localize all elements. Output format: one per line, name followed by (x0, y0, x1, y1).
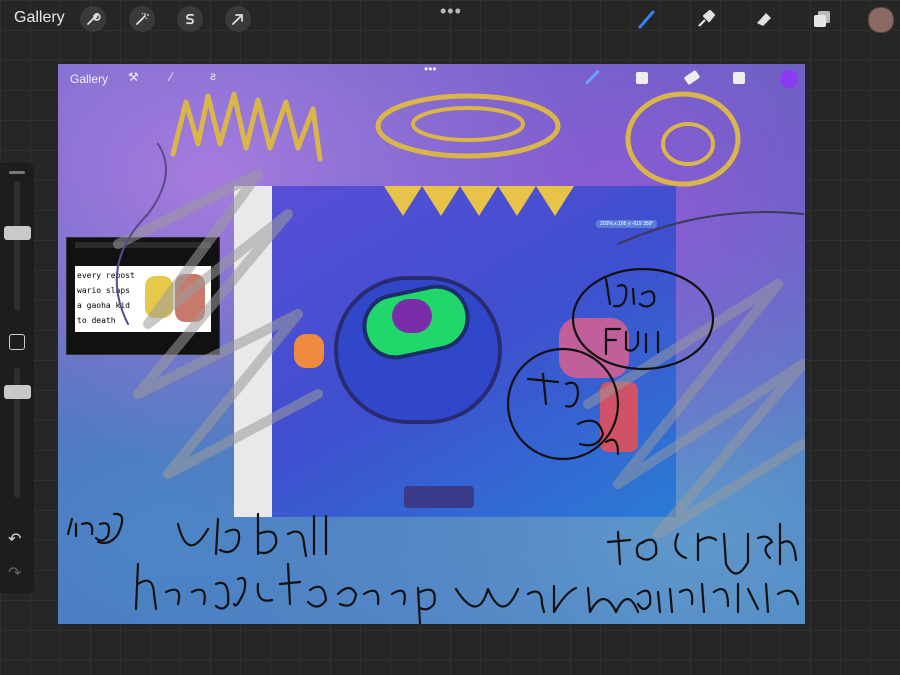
scribble-layer (66, 91, 805, 624)
doodle-gatchahunting (636, 582, 800, 614)
doodle-furry (604, 327, 660, 356)
gray-scribble-right (583, 279, 805, 539)
circle-pig-tiny (506, 347, 620, 461)
doodle-tocrush (606, 522, 798, 575)
doodle-die (604, 277, 656, 308)
gray-scribble-left (113, 169, 323, 479)
doodle-tiny (526, 372, 580, 408)
gold-halo-2 (625, 91, 741, 187)
doodle-king (66, 512, 124, 545)
color-picker-swatch[interactable] (868, 7, 894, 33)
redo-icon[interactable]: ↷ (8, 563, 21, 583)
gold-crown-scribble (170, 91, 323, 162)
selection-s-icon[interactable] (177, 6, 203, 32)
doodle-needstokeep (134, 562, 328, 611)
dark-outline-right (617, 211, 804, 245)
undo-icon[interactable]: ↶ (8, 529, 21, 549)
more-dots-icon[interactable]: ••• (440, 1, 462, 22)
gallery-button[interactable]: Gallery (14, 9, 65, 27)
sidebar-grip (9, 171, 25, 174)
adjustments-magic-wand-icon[interactable] (129, 6, 155, 32)
modify-square-icon[interactable] (9, 334, 25, 350)
doodle-pig (576, 419, 620, 456)
eraser-icon[interactable] (749, 5, 777, 33)
brush-size-track[interactable] (14, 181, 20, 311)
doodle-uballl (176, 512, 328, 558)
gold-halo-inner (411, 106, 525, 142)
gold-halo-2-inner (661, 122, 715, 166)
layers-icon[interactable] (808, 5, 836, 33)
opacity-slider[interactable] (4, 385, 31, 399)
gold-halo-1 (375, 93, 561, 159)
top-toolbar: Gallery ••• (0, 0, 900, 38)
brush-size-slider[interactable] (4, 226, 31, 240)
left-sidebar: ↶ ↷ (0, 163, 34, 593)
brush-icon[interactable] (633, 5, 661, 33)
smudge-icon[interactable] (692, 5, 720, 33)
circle-die-furry (571, 267, 715, 371)
transform-arrow-icon[interactable] (225, 6, 251, 32)
doodle-warm (336, 584, 640, 624)
drawing-canvas[interactable]: Gallery ⚒ ⁄ ƨ ••• 203% x:166 y:-619 359°… (58, 64, 805, 624)
actions-wrench-icon[interactable] (80, 6, 106, 32)
